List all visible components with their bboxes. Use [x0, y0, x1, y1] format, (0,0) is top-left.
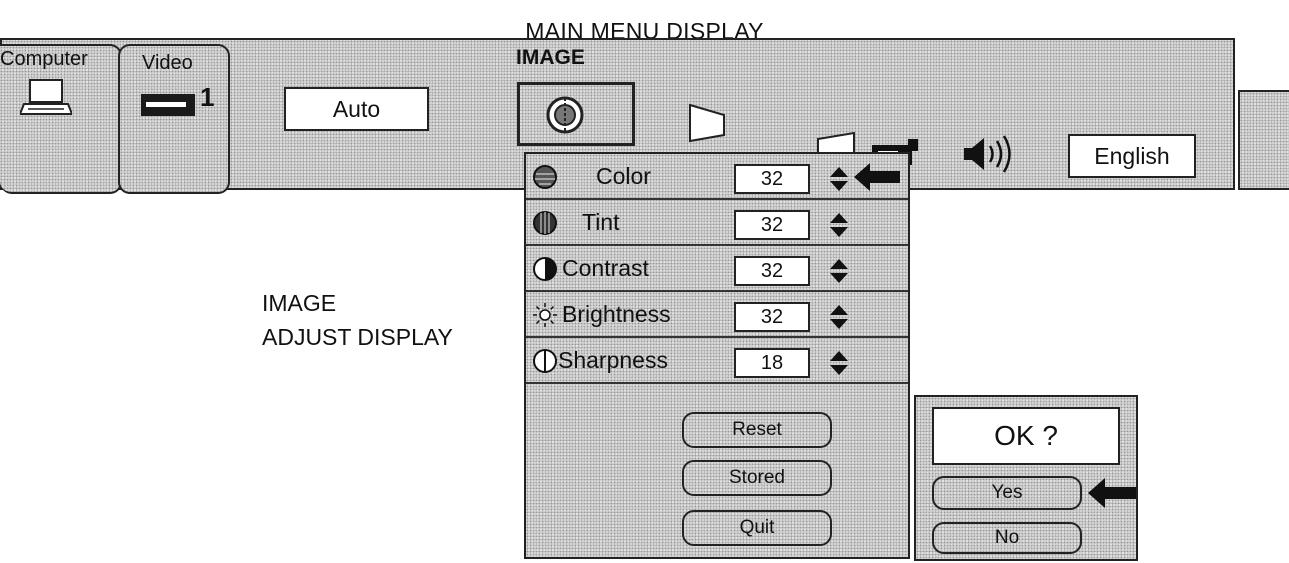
menu-bar-overflow-item [1238, 90, 1289, 190]
row-label: Sharpness [558, 347, 668, 373]
no-button[interactable]: No [932, 522, 1082, 554]
sharpness-icon [533, 349, 557, 373]
image-adjust-icon [546, 96, 584, 134]
vcr-icon [141, 94, 195, 116]
up-down-arrows-icon[interactable] [828, 350, 850, 376]
row-label: Brightness [562, 301, 671, 327]
keystone-icon[interactable] [688, 101, 728, 145]
adjust-row-contrast[interactable]: Contrast 32 [526, 246, 908, 292]
reset-button[interactable]: Reset [682, 412, 832, 448]
tint-icon [533, 211, 557, 235]
image-adjust-selected-frame[interactable] [517, 82, 635, 146]
tab-computer[interactable]: Computer [0, 44, 122, 194]
image-adjust-panel: Color 32 Tint 32 Contrast 32 Brightness … [524, 152, 910, 559]
quit-button[interactable]: Quit [682, 510, 832, 546]
adjust-row-color[interactable]: Color 32 [526, 154, 908, 200]
video-input-number: 1 [200, 82, 215, 112]
tab-video-label: Video [142, 52, 193, 74]
row-value[interactable]: 18 [734, 348, 810, 378]
row-value[interactable]: 32 [734, 164, 810, 194]
selection-arrow-icon [1088, 478, 1136, 508]
row-value[interactable]: 32 [734, 302, 810, 332]
laptop-icon [20, 79, 72, 115]
contrast-icon [533, 257, 557, 281]
up-down-arrows-icon[interactable] [828, 258, 850, 284]
up-down-arrows-icon[interactable] [828, 212, 850, 238]
tab-computer-label: Computer [0, 48, 88, 70]
row-value[interactable]: 32 [734, 256, 810, 286]
confirm-dialog-title: OK ? [932, 407, 1120, 465]
auto-button[interactable]: Auto [284, 87, 429, 131]
row-label: Tint [582, 209, 620, 235]
language-button[interactable]: English [1068, 134, 1196, 178]
tab-video[interactable]: Video 1 [118, 44, 230, 194]
speaker-icon[interactable] [962, 132, 1022, 176]
adjust-caption-line1: IMAGE [262, 290, 337, 316]
row-value[interactable]: 32 [734, 210, 810, 240]
selection-arrow-icon [854, 163, 900, 191]
image-adjust-caption: IMAGE ADJUST DISPLAY [262, 286, 453, 354]
adjust-row-brightness[interactable]: Brightness 32 [526, 292, 908, 338]
color-icon [533, 165, 557, 189]
brightness-icon [533, 303, 557, 327]
adjust-caption-line2: ADJUST DISPLAY [262, 324, 453, 350]
stored-button[interactable]: Stored [682, 460, 832, 496]
menu-title: IMAGE [516, 46, 585, 69]
row-label: Color [596, 163, 651, 189]
up-down-arrows-icon[interactable] [828, 304, 850, 330]
adjust-row-sharpness[interactable]: Sharpness 18 [526, 338, 908, 384]
yes-button[interactable]: Yes [932, 476, 1082, 510]
row-label: Contrast [562, 255, 649, 281]
up-down-arrows-icon[interactable] [828, 166, 850, 192]
adjust-row-tint[interactable]: Tint 32 [526, 200, 908, 246]
